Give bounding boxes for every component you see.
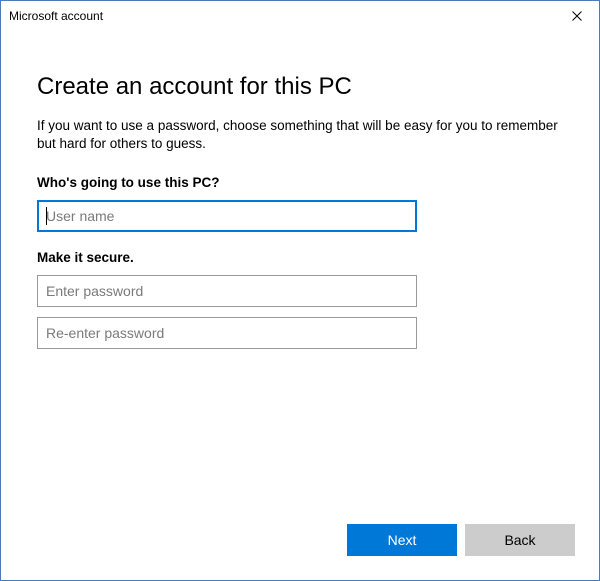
next-button[interactable]: Next <box>347 524 457 556</box>
window-frame: Microsoft account Create an account for … <box>0 0 600 581</box>
confirm-password-input[interactable] <box>37 317 417 349</box>
content-area: Create an account for this PC If you wan… <box>1 31 599 524</box>
back-button[interactable]: Back <box>465 524 575 556</box>
close-button[interactable] <box>554 1 599 31</box>
user-section-label: Who's going to use this PC? <box>37 175 563 190</box>
username-input[interactable] <box>37 200 417 232</box>
footer-buttons: Next Back <box>1 524 599 580</box>
close-icon <box>572 10 582 23</box>
page-description: If you want to use a password, choose so… <box>37 117 563 153</box>
titlebar: Microsoft account <box>1 1 599 31</box>
password-input[interactable] <box>37 275 417 307</box>
secure-section-label: Make it secure. <box>37 250 563 265</box>
page-title: Create an account for this PC <box>37 73 563 101</box>
window-title: Microsoft account <box>9 9 103 23</box>
